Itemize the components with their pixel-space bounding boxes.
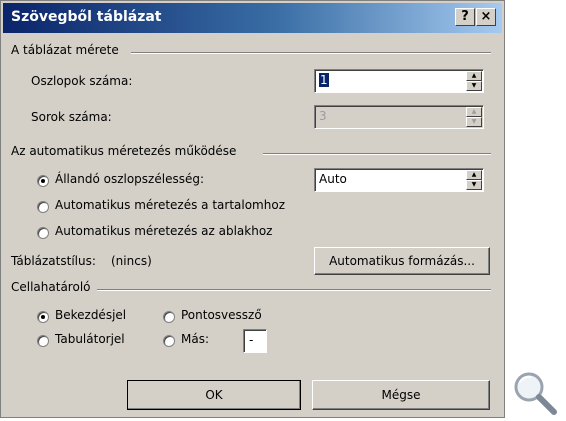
fixed-width-value: Auto	[319, 172, 347, 186]
table-style-value: (nincs)	[111, 254, 152, 268]
paragraph-radio[interactable]	[37, 311, 49, 323]
spin-down-icon[interactable]: ▼	[466, 81, 482, 91]
semicolon-radio[interactable]	[163, 311, 175, 323]
table-style-label: Táblázatstílus:	[11, 254, 96, 268]
autofit-group-label: Az automatikus méretezés működése	[11, 144, 237, 158]
columns-stepper[interactable]: 1 ▲ ▼	[314, 69, 484, 93]
spin-down-icon: ▼	[466, 117, 482, 127]
paragraph-label: Bekezdésjel	[55, 308, 127, 322]
fixed-width-label: Állandó oszlopszélesség:	[55, 172, 204, 186]
cancel-button[interactable]: Mégse	[312, 380, 490, 410]
autofit-content-radio[interactable]	[37, 201, 49, 213]
autoformat-button[interactable]: Automatikus formázás...	[314, 247, 490, 275]
title-bar[interactable]: Szövegből táblázat ? ×	[3, 3, 502, 33]
semicolon-label: Pontosvessző	[181, 308, 262, 322]
fixed-width-radio[interactable]	[37, 175, 49, 187]
tab-radio[interactable]	[37, 335, 49, 347]
group-divider	[263, 153, 491, 155]
close-button[interactable]: ×	[476, 8, 496, 26]
ok-button[interactable]: OK	[127, 380, 301, 410]
other-radio[interactable]	[163, 335, 175, 347]
spin-up-icon[interactable]: ▲	[466, 71, 482, 81]
help-button[interactable]: ?	[455, 8, 475, 26]
spin-up-icon: ▲	[466, 107, 482, 117]
other-separator-input[interactable]: -	[243, 329, 267, 353]
autofit-window-radio[interactable]	[37, 227, 49, 239]
group-divider	[97, 289, 491, 291]
rows-label: Sorok száma:	[31, 110, 112, 124]
columns-value: 1	[319, 73, 329, 87]
spin-down-icon[interactable]: ▼	[466, 180, 482, 190]
other-label: Más:	[181, 332, 210, 346]
columns-label: Oszlopok száma:	[31, 74, 133, 88]
autofit-content-label: Automatikus méretezés a tartalomhoz	[55, 198, 285, 212]
magnifier-icon[interactable]	[510, 368, 560, 418]
fixed-width-stepper[interactable]: Auto ▲ ▼	[314, 168, 484, 192]
columns-spin[interactable]: ▲ ▼	[466, 71, 482, 91]
group-divider	[131, 52, 491, 54]
rows-value: 3	[319, 109, 327, 123]
fixed-width-spin[interactable]: ▲ ▼	[466, 170, 482, 190]
separator-group-label: Cellahatároló	[11, 280, 91, 294]
dialog-title: Szövegből táblázat	[11, 9, 162, 25]
autofit-window-label: Automatikus méretezés az ablakhoz	[55, 224, 273, 238]
tab-label: Tabulátorjel	[55, 332, 125, 346]
spin-up-icon[interactable]: ▲	[466, 170, 482, 180]
rows-spin: ▲ ▼	[466, 107, 482, 127]
text-to-table-dialog: Szövegből táblázat ? × A táblázat mérete…	[0, 0, 505, 418]
table-size-group-label: A táblázat mérete	[11, 43, 119, 57]
rows-stepper: 3 ▲ ▼	[314, 105, 484, 129]
